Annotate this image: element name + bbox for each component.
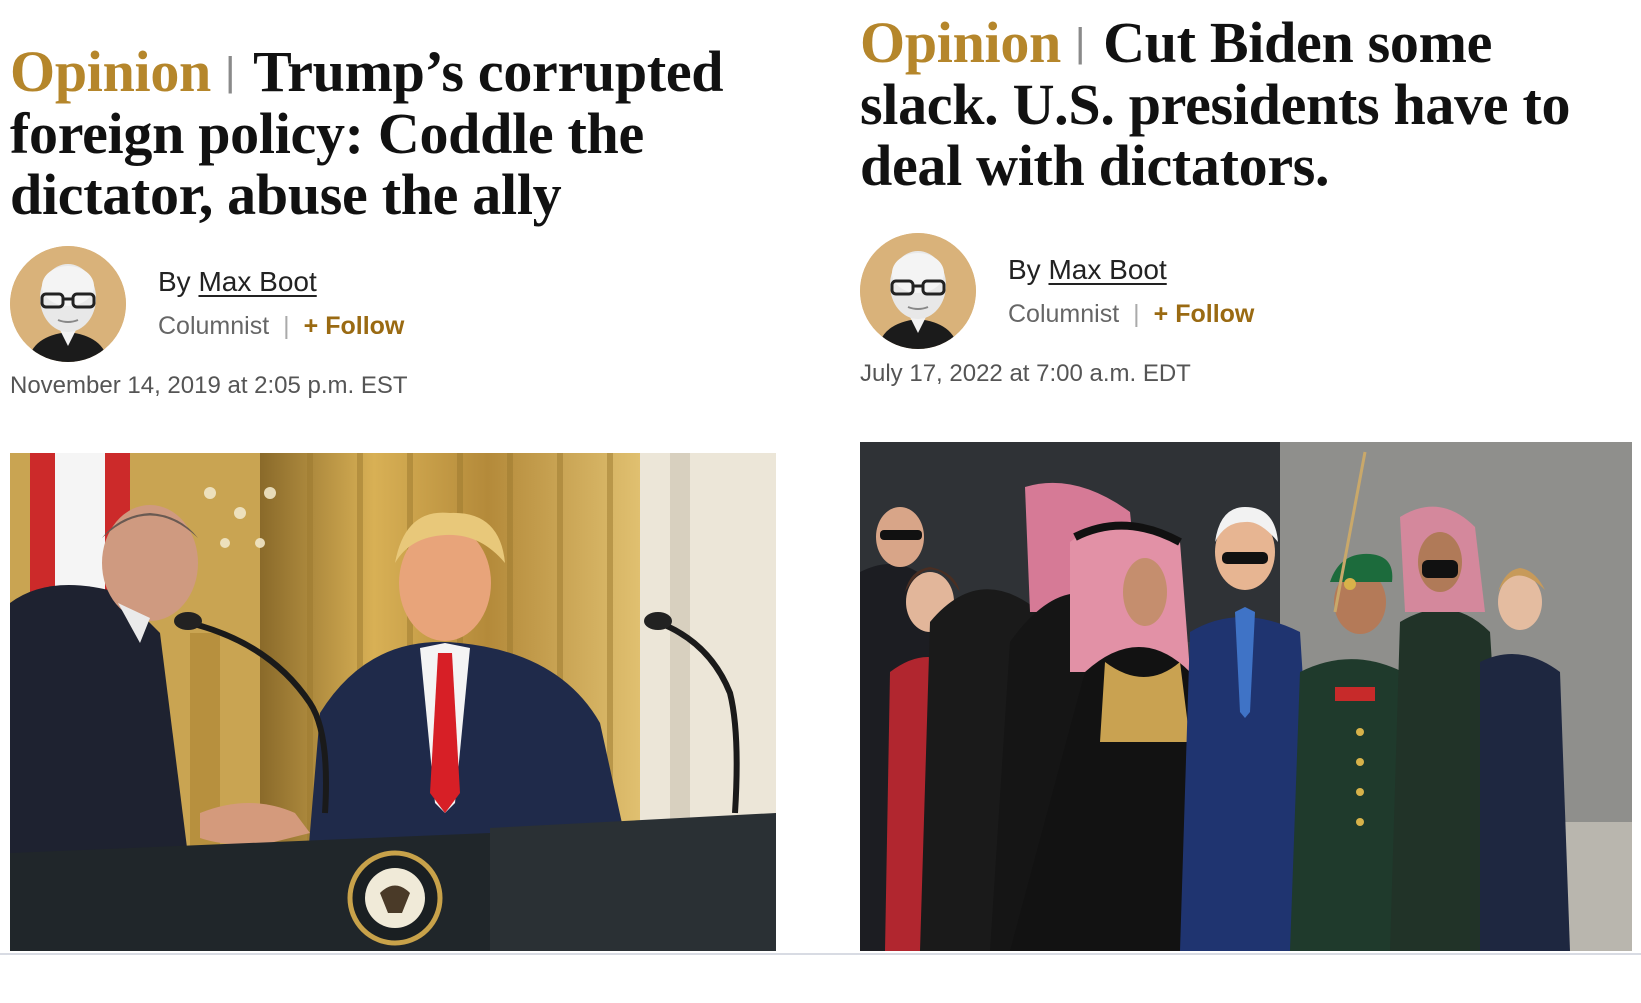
kicker-divider: | xyxy=(225,50,236,94)
author-avatar[interactable] xyxy=(860,233,976,349)
follow-button[interactable]: + Follow xyxy=(304,312,405,340)
opinion-kicker[interactable]: Opinion xyxy=(10,39,211,104)
meta-divider: | xyxy=(1133,300,1140,328)
byline-prefix: By xyxy=(158,266,191,297)
byline-prefix: By xyxy=(1008,254,1041,285)
byline: By Max Boot xyxy=(158,266,317,298)
bottom-divider xyxy=(0,953,1641,955)
press-conference-photo-icon xyxy=(10,453,776,951)
follow-button[interactable]: + Follow xyxy=(1154,300,1255,328)
headline[interactable]: Opinion | Cut Biden some slack. U.S. presi… xyxy=(860,12,1630,196)
byline: By Max Boot xyxy=(1008,254,1167,286)
publish-date: November 14, 2019 at 2:05 p.m. EST xyxy=(10,372,408,399)
author-role: Columnist xyxy=(1008,300,1120,328)
author-portrait-icon xyxy=(10,246,126,362)
author-portrait-icon xyxy=(860,233,976,349)
author-avatar[interactable] xyxy=(10,246,126,362)
author-role: Columnist xyxy=(158,312,270,340)
publish-date: July 17, 2022 at 7:00 a.m. EDT xyxy=(860,360,1191,387)
headline[interactable]: Opinion | Trump’s corrupted foreign policy… xyxy=(10,41,770,225)
article-photo[interactable] xyxy=(860,442,1632,951)
author-meta: Columnist | + Follow xyxy=(1008,300,1254,329)
author-meta: Columnist | + Follow xyxy=(158,312,404,341)
arrival-ceremony-photo-icon xyxy=(860,442,1632,951)
article-photo[interactable] xyxy=(10,453,776,951)
meta-divider: | xyxy=(283,312,290,340)
kicker-divider: | xyxy=(1075,21,1086,65)
author-link[interactable]: Max Boot xyxy=(198,266,316,297)
author-link[interactable]: Max Boot xyxy=(1048,254,1166,285)
opinion-kicker[interactable]: Opinion xyxy=(860,10,1061,75)
